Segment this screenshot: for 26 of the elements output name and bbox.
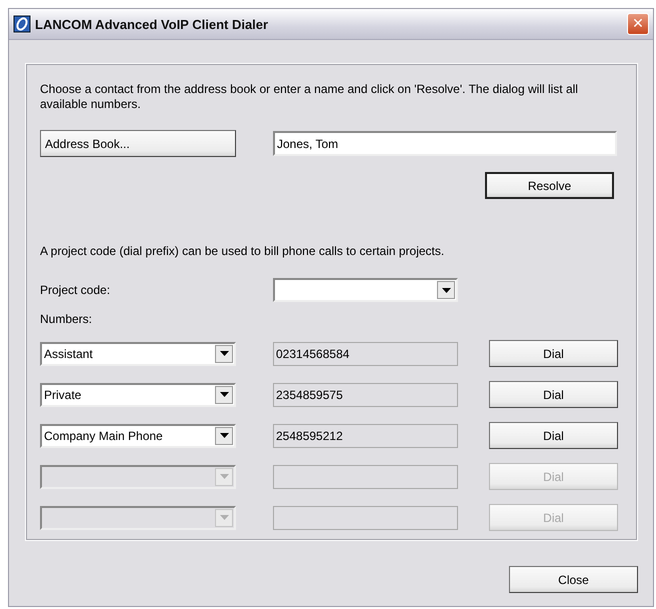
instruction-text: Choose a contact from the address book or enter a name and click on 'Resolve'. The dialog will list all available numbers. <box>40 82 579 112</box>
dropdown-arrow-icon <box>220 474 228 479</box>
number-type-dropdown[interactable]: Private <box>40 382 236 406</box>
app-icon <box>13 15 31 33</box>
phone-number-field: 2548595212 <box>273 424 458 448</box>
project-note-text: A project code (dial prefix) can be used to bill phone calls to certain projects. <box>40 244 446 258</box>
address-book-button[interactable]: Address Book... <box>40 130 236 157</box>
name-field[interactable]: Jones, Tom <box>273 131 617 156</box>
dropdown-arrow-icon <box>442 288 450 292</box>
dropdown-arrow-icon <box>220 351 228 356</box>
dial-button[interactable]: Dial <box>489 340 618 367</box>
dropdown-arrow-icon <box>220 515 228 520</box>
dial-button[interactable]: Dial <box>489 422 618 449</box>
number-type-dropdown[interactable]: Company Main Phone <box>40 424 236 448</box>
dial-button[interactable]: Dial <box>489 381 618 408</box>
project-code-label: Project code: <box>40 283 112 297</box>
dropdown-arrow-icon <box>220 433 228 438</box>
close-button[interactable]: Close <box>509 566 638 593</box>
number-type-dropdown[interactable]: Assistant <box>40 342 236 366</box>
numbers-label: Numbers: <box>40 312 94 326</box>
window-title: LANCOM Advanced VoIP Client Dialer <box>35 16 270 32</box>
resolve-button[interactable]: Resolve <box>485 172 614 199</box>
project-code-dropdown[interactable] <box>273 278 458 302</box>
phone-number-field: 02314568584 <box>273 342 458 366</box>
dropdown-arrow-icon <box>220 392 228 397</box>
phone-number-field: 2354859575 <box>273 382 458 406</box>
